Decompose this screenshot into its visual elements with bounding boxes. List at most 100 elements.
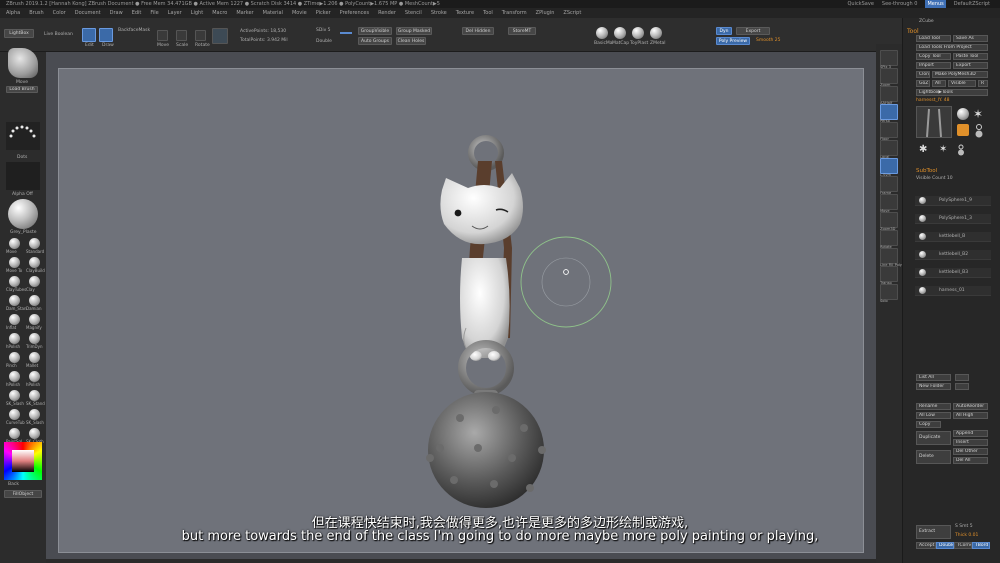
brush-thumbnail[interactable] xyxy=(29,295,40,306)
brush-thumbnail[interactable] xyxy=(29,257,40,268)
brush-thumbnail[interactable] xyxy=(9,371,20,382)
menu-item-color[interactable]: Color xyxy=(53,8,66,18)
menu-item-file[interactable]: File xyxy=(150,8,158,18)
menu-item-macro[interactable]: Macro xyxy=(212,8,227,18)
tool-title[interactable]: Tool xyxy=(907,28,919,35)
all-low-button[interactable]: All Low xyxy=(916,412,951,419)
backface-mask-toggle[interactable]: BackfaceMask xyxy=(118,28,150,33)
color-picker-square[interactable] xyxy=(12,450,34,472)
view-button-line-fill-polyf[interactable] xyxy=(880,248,898,264)
move-icon[interactable] xyxy=(157,30,168,41)
smooth-slider[interactable]: Smooth 25 xyxy=(756,38,781,43)
material-sphere-4[interactable] xyxy=(650,27,662,39)
brush-thumbnail[interactable] xyxy=(9,314,20,325)
fill-object-button[interactable]: FillObject xyxy=(4,490,42,498)
export-button[interactable]: Export xyxy=(953,62,988,69)
polysphere-tool-icon[interactable] xyxy=(957,108,969,120)
copy-button[interactable]: Copy xyxy=(916,421,941,428)
brush-thumbnail[interactable] xyxy=(9,295,20,306)
menu-item-transform[interactable]: Transform xyxy=(502,8,527,18)
view-button-floor[interactable] xyxy=(880,122,898,138)
menu-item-zscript[interactable]: ZScript xyxy=(563,8,581,18)
brush-thumbnail[interactable] xyxy=(9,257,20,268)
copy-tool-button[interactable]: Copy Tool xyxy=(916,53,951,60)
rename-button[interactable]: Rename xyxy=(916,403,951,410)
brush-thumbnail[interactable] xyxy=(9,390,20,401)
load-tool-button[interactable]: Load Tool xyxy=(916,35,951,42)
brush-thumbnail[interactable] xyxy=(29,390,40,401)
live-boolean-button[interactable]: Live Boolean xyxy=(44,32,73,37)
menu-item-material[interactable]: Material xyxy=(263,8,283,18)
all-button[interactable]: All xyxy=(932,80,946,87)
view-button-spix-3[interactable] xyxy=(880,50,898,66)
material-thumbnail[interactable] xyxy=(8,199,38,229)
clean-holes-button[interactable]: Clean Holes xyxy=(396,37,426,45)
menu-item-zplugin[interactable]: ZPlugin xyxy=(536,8,555,18)
view-button-local[interactable] xyxy=(880,140,898,156)
zbrush-tool-icon[interactable] xyxy=(957,124,969,136)
auto-reorder-button[interactable]: AutoReorder xyxy=(953,403,988,410)
brush-thumbnail[interactable] xyxy=(29,276,40,287)
export-shelf-button[interactable]: Export xyxy=(736,27,770,35)
material-sphere-2[interactable] xyxy=(614,27,626,39)
view-button-solo[interactable] xyxy=(880,284,898,300)
brush-thumbnail[interactable] xyxy=(9,238,20,249)
menu-item-marker[interactable]: Marker xyxy=(236,8,253,18)
arrow-down-button[interactable] xyxy=(955,383,969,390)
color-swatch[interactable] xyxy=(212,28,228,44)
menu-item-movie[interactable]: Movie xyxy=(292,8,307,18)
brush-thumbnail[interactable] xyxy=(9,428,20,439)
menu-item-brush[interactable]: Brush xyxy=(29,8,43,18)
del-hidden-button[interactable]: Del Hidden xyxy=(462,27,494,35)
subtool-row[interactable]: kettlebell_B2 xyxy=(915,250,991,260)
alpha-thumbnail[interactable] xyxy=(6,162,40,190)
load-tools-from-project-button[interactable]: Load Tools From Project xyxy=(916,44,988,51)
brush-thumbnail[interactable] xyxy=(9,333,20,344)
double-button[interactable]: Double xyxy=(316,39,332,44)
star2-tool-icon[interactable]: ✶ xyxy=(939,144,947,155)
load-brush-button[interactable]: Load Brush xyxy=(6,86,38,93)
view-button-rotate[interactable] xyxy=(880,230,898,246)
brush-thumbnail[interactable] xyxy=(29,333,40,344)
menu-item-light[interactable]: Light xyxy=(191,8,203,18)
brush-thumbnail[interactable] xyxy=(9,409,20,420)
menu-item-texture[interactable]: Texture xyxy=(456,8,474,18)
del-all-button[interactable]: Del All xyxy=(953,457,988,464)
brush-thumbnail[interactable] xyxy=(29,409,40,420)
brush-thumbnail[interactable] xyxy=(29,352,40,363)
stroke-dots-thumbnail[interactable] xyxy=(6,122,40,150)
menu-item-stroke[interactable]: Stroke xyxy=(431,8,447,18)
current-tool-thumbnail[interactable] xyxy=(916,106,952,138)
menu-item-picker[interactable]: Picker xyxy=(316,8,331,18)
default-zscript-button[interactable]: DefaultZScript xyxy=(954,0,990,8)
brush-thumbnail[interactable] xyxy=(29,238,40,249)
brush-thumbnail[interactable] xyxy=(29,314,40,325)
view-button-persp[interactable] xyxy=(880,104,898,120)
store-mt-button[interactable]: StoreMT xyxy=(508,27,536,35)
visible-button[interactable]: Visible xyxy=(948,80,976,87)
view-button-transp[interactable] xyxy=(880,266,898,282)
color-picker[interactable] xyxy=(4,442,42,480)
subtool-row[interactable]: PolySphere1_9 xyxy=(915,196,991,206)
save-as-button[interactable]: Save As xyxy=(953,35,988,42)
import-button[interactable]: Import xyxy=(916,62,951,69)
edit-icon[interactable] xyxy=(82,28,96,42)
draw-icon[interactable] xyxy=(99,28,113,42)
brush-thumbnail[interactable] xyxy=(29,371,40,382)
del-other-button[interactable]: Del Other xyxy=(953,448,988,455)
sdiv-slider[interactable]: SDiv 5 xyxy=(316,28,331,33)
subtool-row[interactable]: PolySphere1_3 xyxy=(915,214,991,224)
cursor-tool-icon[interactable]: ✱ xyxy=(919,144,927,155)
subtool-row[interactable]: kettlebell_B xyxy=(915,232,991,242)
subtool-row[interactable]: kettlebell_B3 xyxy=(915,268,991,278)
seethrough-slider[interactable]: See-through 0 xyxy=(882,0,918,8)
brush-thumbnail[interactable] xyxy=(29,428,40,439)
menu-item-document[interactable]: Document xyxy=(75,8,101,18)
kettlebell-tool-icon[interactable] xyxy=(975,124,983,138)
clone-button[interactable]: Clone xyxy=(916,71,930,78)
view-button-l-sym[interactable] xyxy=(880,158,898,174)
scale-icon[interactable] xyxy=(176,30,187,41)
menu-item-render[interactable]: Render xyxy=(378,8,396,18)
brush-thumbnail[interactable] xyxy=(9,352,20,363)
duplicate-button[interactable]: Duplicate xyxy=(916,431,951,445)
